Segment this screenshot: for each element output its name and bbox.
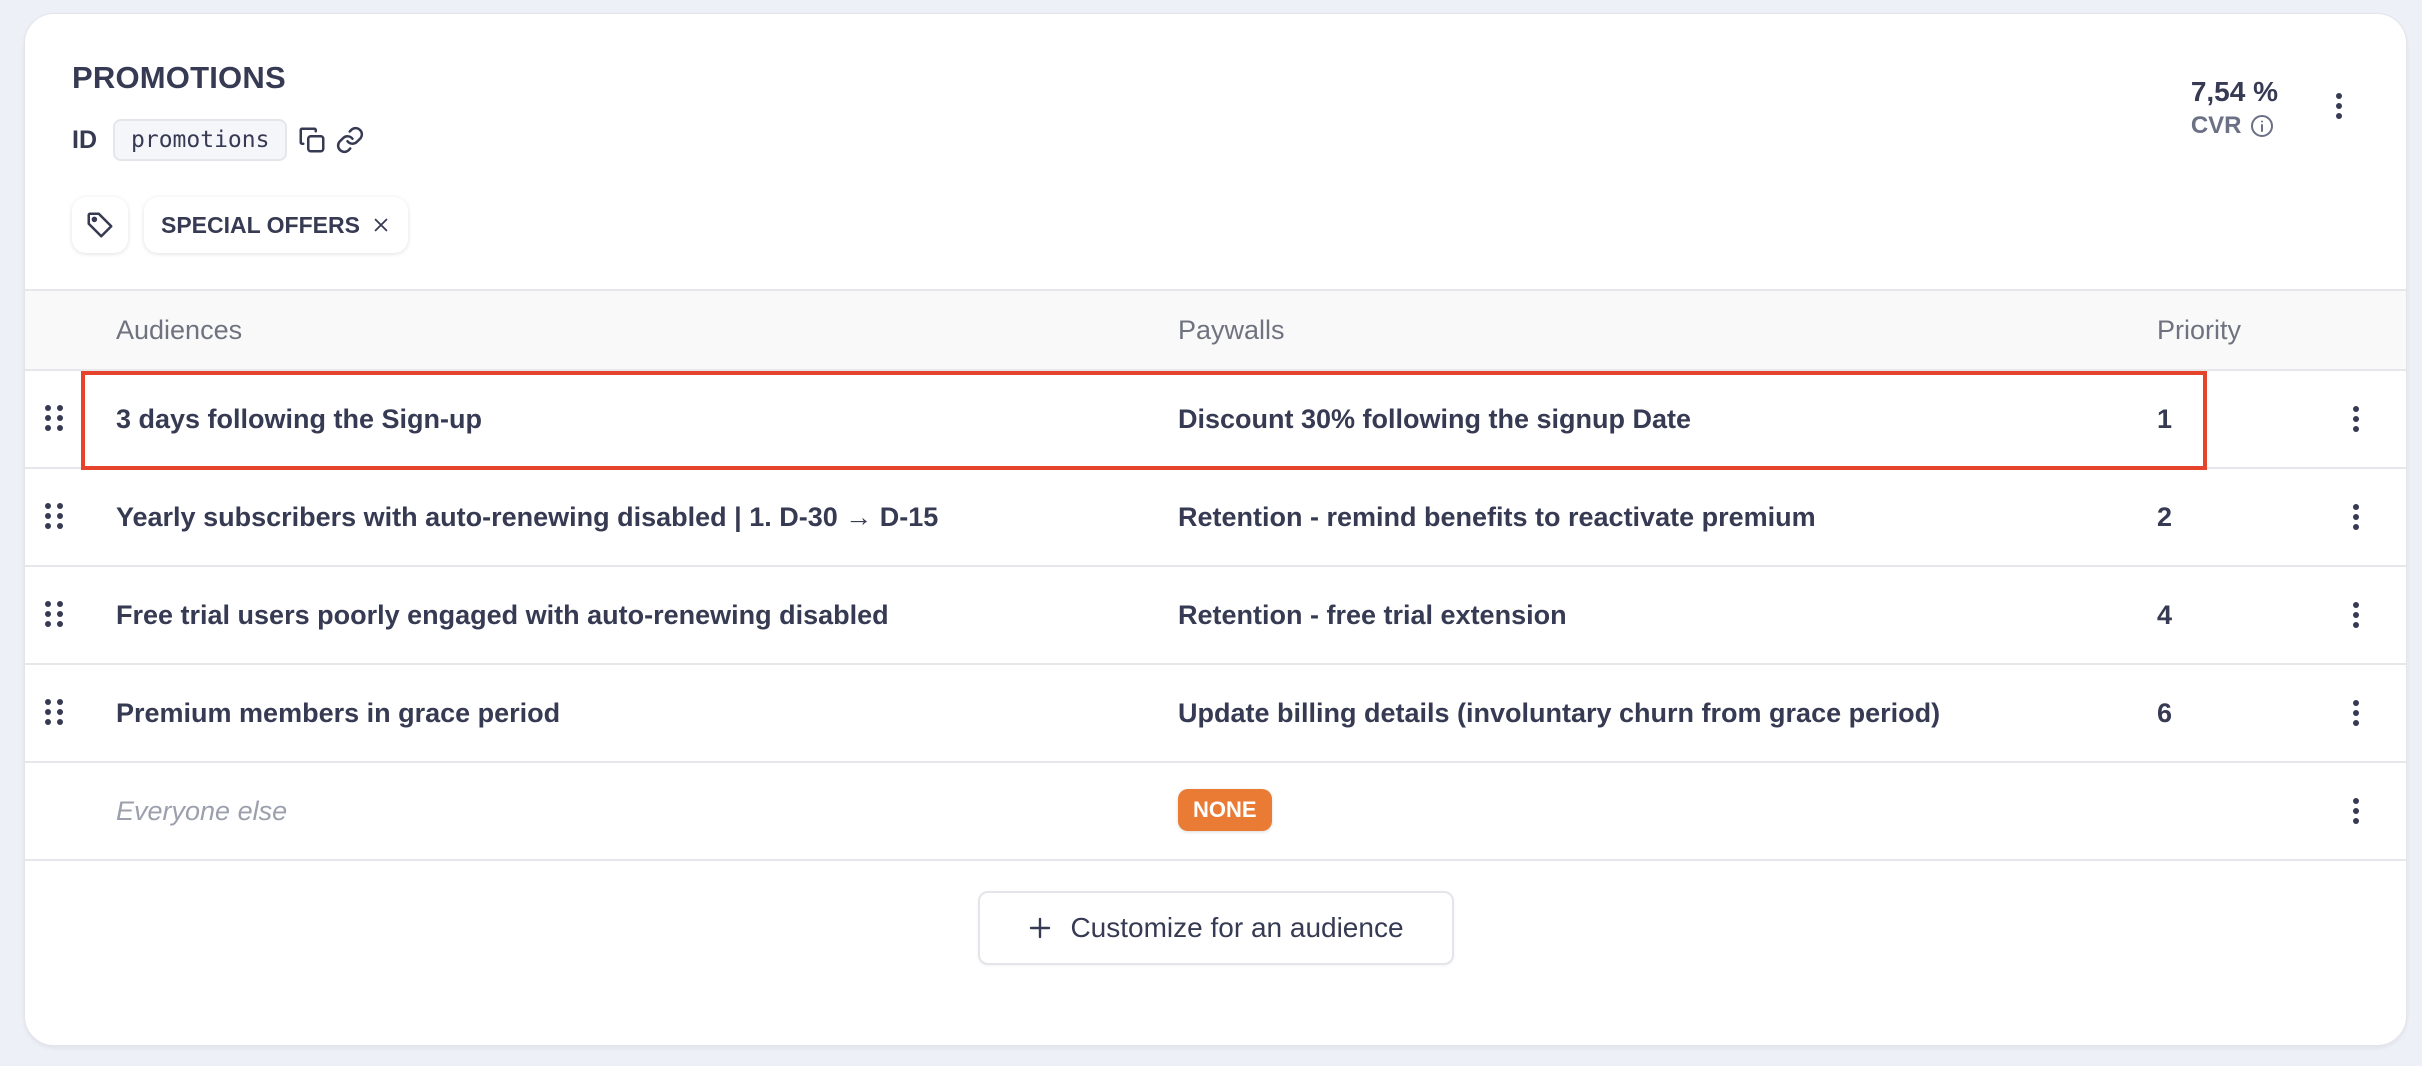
- row-more-icon[interactable]: [2341, 791, 2371, 831]
- paywall-name[interactable]: Update billing details (involuntary chur…: [1178, 665, 1940, 761]
- table-row[interactable]: Yearly subscribers with auto-renewing di…: [25, 469, 2406, 567]
- customize-audience-label: Customize for an audience: [1070, 912, 1404, 943]
- tag-label: SPECIAL OFFERS: [161, 211, 360, 238]
- tag-icon: [85, 210, 115, 240]
- paywall-name[interactable]: Retention - free trial extension: [1178, 567, 1567, 663]
- audience-name[interactable]: 3 days following the Sign-up: [116, 371, 482, 467]
- column-header-priority[interactable]: Priority: [2157, 291, 2241, 369]
- tags-row: SPECIAL OFFERS: [72, 197, 408, 253]
- priority-value: 1: [2157, 404, 2173, 434]
- row-more-icon[interactable]: [2341, 693, 2371, 733]
- row-more-icon[interactable]: [2341, 497, 2371, 537]
- add-tag-button[interactable]: [72, 197, 128, 253]
- fallback-row[interactable]: Everyone else NONE: [25, 763, 2406, 861]
- cvr-label-row: CVR: [2191, 112, 2278, 140]
- drag-handle-icon[interactable]: [45, 699, 63, 725]
- cvr-label: CVR: [2190, 112, 2242, 139]
- row-more-icon[interactable]: [2341, 595, 2371, 635]
- fallback-audience: Everyone else: [116, 796, 288, 826]
- placement-id-row: ID promotions: [72, 119, 369, 161]
- table-row[interactable]: Premium members in grace period Update b…: [25, 665, 2406, 763]
- priority-value: 2: [2157, 502, 2173, 532]
- column-header-paywalls[interactable]: Paywalls: [1178, 291, 1285, 369]
- priority-value: 6: [2157, 698, 2173, 728]
- drag-handle-icon[interactable]: [45, 601, 63, 627]
- plus-icon: [1028, 916, 1052, 940]
- tag-chip: SPECIAL OFFERS: [144, 197, 408, 253]
- remove-tag-icon[interactable]: [372, 216, 390, 234]
- card-more-icon[interactable]: [2324, 86, 2354, 126]
- paywall-name[interactable]: Retention - remind benefits to reactivat…: [1178, 469, 1816, 565]
- placement-title: PROMOTIONS: [72, 60, 286, 95]
- customize-audience-button[interactable]: Customize for an audience: [978, 891, 1454, 965]
- copy-icon[interactable]: [293, 121, 331, 159]
- cvr-value: 7,54 %: [2190, 76, 2278, 107]
- placement-id-value: promotions: [113, 119, 288, 161]
- audience-name[interactable]: Yearly subscribers with auto-renewing di…: [116, 469, 938, 565]
- column-header-audiences[interactable]: Audiences: [116, 291, 242, 369]
- placement-card: PROMOTIONS ID promotions SPECIAL OFFERS …: [24, 13, 2407, 1046]
- cvr-metric: 7,54 % CVR: [2191, 76, 2278, 140]
- audiences-table: Audiences Paywalls Priority 3 days follo…: [25, 289, 2406, 861]
- table-header: Audiences Paywalls Priority: [25, 289, 2406, 371]
- row-more-icon[interactable]: [2341, 399, 2371, 439]
- link-icon[interactable]: [331, 121, 369, 159]
- id-label: ID: [72, 125, 97, 154]
- no-paywall-badge[interactable]: NONE: [1178, 789, 1272, 831]
- info-icon[interactable]: [2250, 114, 2274, 138]
- drag-handle-icon[interactable]: [45, 405, 63, 431]
- drag-handle-icon[interactable]: [45, 503, 63, 529]
- table-row[interactable]: Free trial users poorly engaged with aut…: [25, 567, 2406, 665]
- table-row[interactable]: 3 days following the Sign-up Discount 30…: [25, 371, 2406, 469]
- audience-name[interactable]: Free trial users poorly engaged with aut…: [116, 567, 889, 663]
- priority-value: 4: [2157, 600, 2173, 630]
- audience-name[interactable]: Premium members in grace period: [116, 665, 560, 761]
- paywall-name[interactable]: Discount 30% following the signup Date: [1178, 371, 1691, 467]
